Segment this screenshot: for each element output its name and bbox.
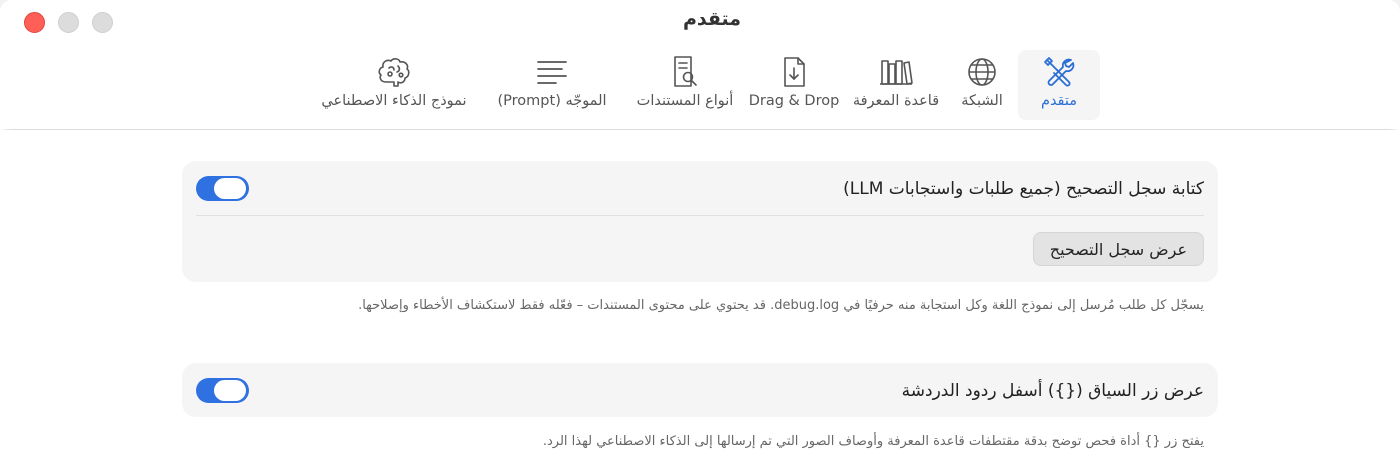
- tab-label: قاعدة المعرفة: [852, 93, 940, 109]
- debug-log-toggle[interactable]: [196, 176, 249, 201]
- tab-label: الموجّه (Prompt): [497, 93, 607, 109]
- books-icon: [880, 60, 913, 85]
- tab-label: متقدم: [1040, 93, 1078, 109]
- context-button-row: عرض زر السياق ({}) أسفل ردود الدردشة: [182, 363, 1218, 418]
- doc-search-icon: [674, 56, 697, 87]
- context-button-label: عرض زر السياق ({}) أسفل ردود الدردشة: [901, 380, 1204, 401]
- tab-prompt[interactable]: الموجّه (Prompt): [476, 50, 628, 120]
- context-button-toggle[interactable]: [196, 378, 249, 403]
- debug-log-label: كتابة سجل التصحيح (جميع طلبات واستجابات …: [843, 178, 1204, 199]
- tab-label: أنواع المستندات: [636, 93, 734, 109]
- preferences-window: متقدم متقدم الشبكة قاعدة المعرفة Drag & …: [0, 0, 1400, 471]
- context-button-card: عرض زر السياق ({}) أسفل ردود الدردشة: [182, 363, 1218, 417]
- tab-knowledge-base[interactable]: قاعدة المعرفة: [846, 50, 946, 120]
- tab-network[interactable]: الشبكة: [946, 50, 1018, 120]
- tab-label: نموذج الذكاء الاصطناعي: [321, 93, 467, 109]
- tab-label: الشبكة: [961, 93, 1003, 109]
- settings-toolbar: متقدم الشبكة قاعدة المعرفة Drag & Drop أ…: [312, 50, 1100, 120]
- tab-drag-drop[interactable]: Drag & Drop: [742, 50, 846, 120]
- lines-icon: [537, 61, 567, 84]
- context-button-hint: يفتح زر {} أداة فحص توضح بدقة مقتطفات قا…: [542, 434, 1204, 449]
- brain-icon: [378, 58, 410, 87]
- tab-document-types[interactable]: أنواع المستندات: [628, 50, 742, 120]
- divider: [196, 215, 1204, 216]
- debug-log-row: كتابة سجل التصحيح (جميع طلبات واستجابات …: [182, 161, 1218, 216]
- debug-log-hint: يسجّل كل طلب مُرسل إلى نموذج اللغة وكل ا…: [358, 298, 1204, 313]
- tab-ai-model[interactable]: نموذج الذكاء الاصطناعي: [312, 50, 476, 120]
- download-doc-icon: [784, 57, 805, 87]
- tab-advanced[interactable]: متقدم: [1018, 50, 1100, 120]
- show-debug-log-button[interactable]: عرض سجل التصحيح: [1032, 232, 1204, 266]
- advanced-settings-panel: كتابة سجل التصحيح (جميع طلبات واستجابات …: [0, 131, 1400, 471]
- globe-icon: [968, 58, 996, 86]
- tools-icon: [1044, 57, 1075, 87]
- tab-label: Drag & Drop: [748, 93, 840, 109]
- title-bar: متقدم متقدم الشبكة قاعدة المعرفة Drag & …: [0, 0, 1400, 130]
- window-title: متقدم: [682, 8, 742, 30]
- debug-log-card: كتابة سجل التصحيح (جميع طلبات واستجابات …: [182, 161, 1218, 282]
